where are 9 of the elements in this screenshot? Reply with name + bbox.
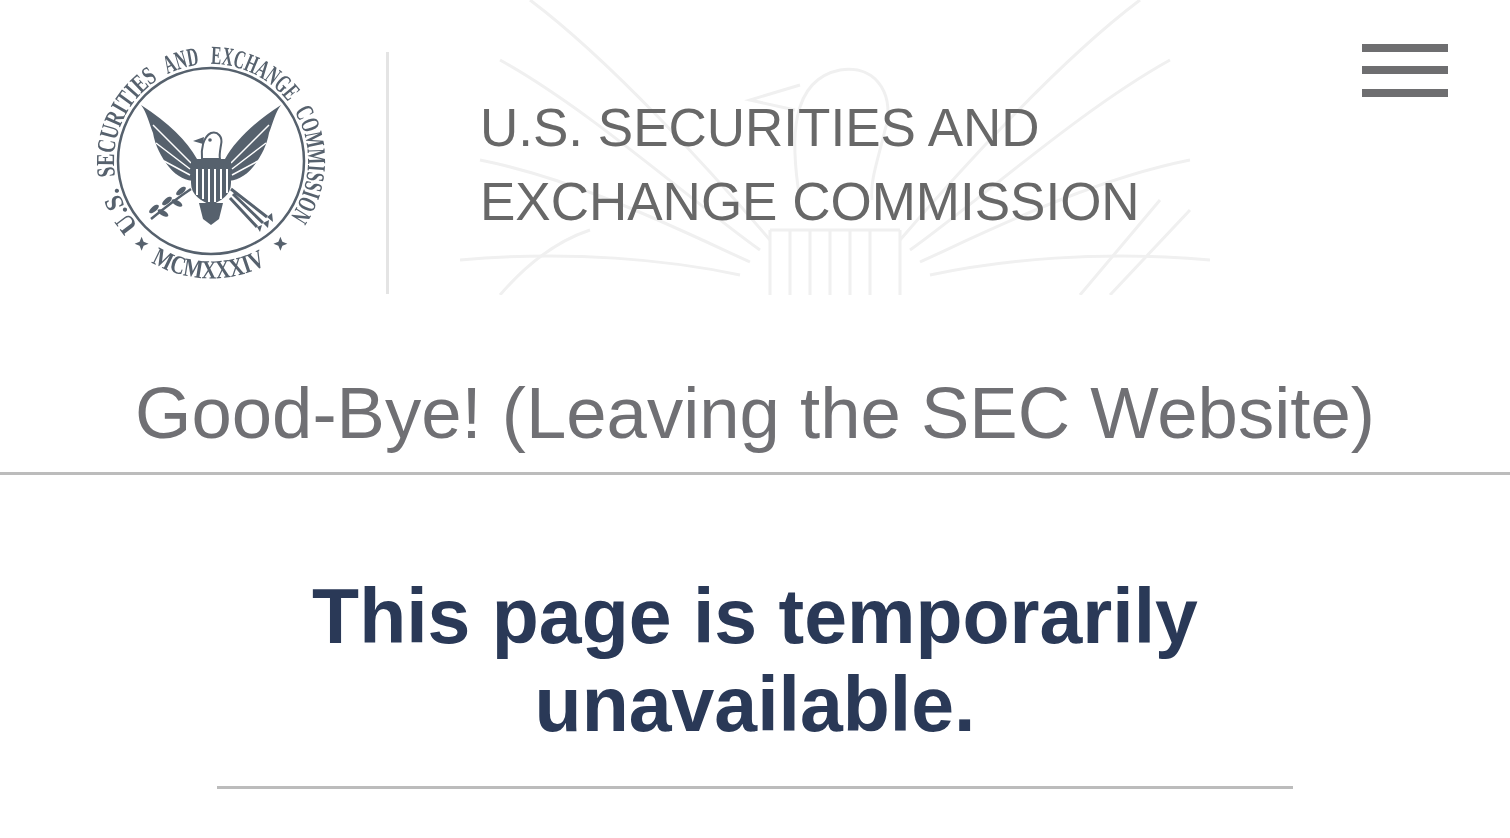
unavailable-message: This page is temporarily unavailable. [312, 573, 1198, 747]
agency-title: U.S. SECURITIES AND EXCHANGE COMMISSION [480, 97, 1141, 233]
menu-button[interactable] [1362, 44, 1448, 97]
seal-year-text: MCMXXXIV [148, 241, 273, 286]
seal-ring-text: AND [158, 40, 209, 80]
star-icon [273, 236, 288, 251]
menu-icon [1362, 44, 1448, 97]
page-heading: Good-Bye! (Leaving the SEC Website) [135, 372, 1375, 453]
star-icon [134, 236, 149, 251]
